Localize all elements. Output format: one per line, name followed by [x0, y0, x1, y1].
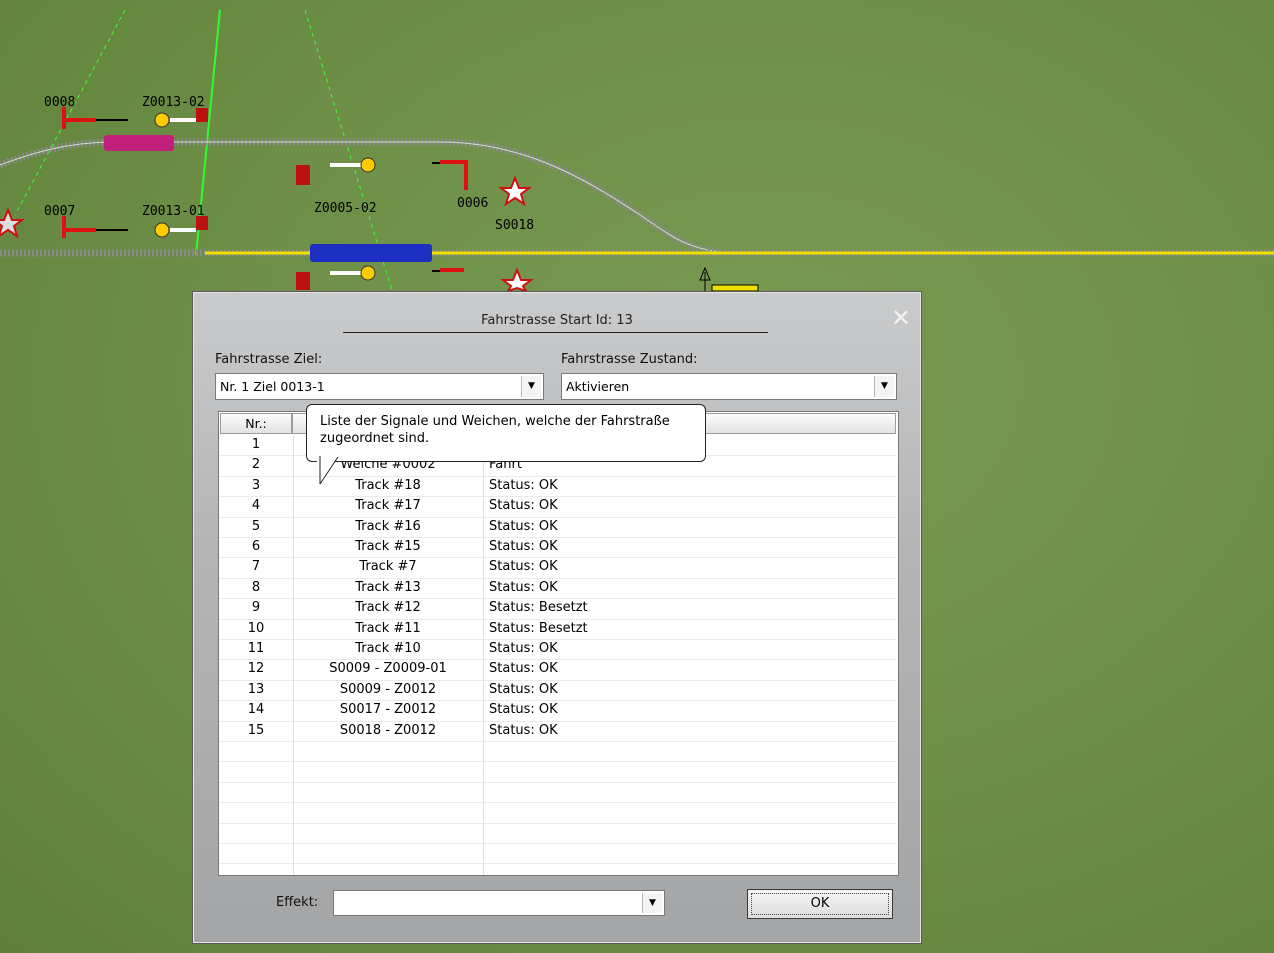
cell-nr: 6: [251, 539, 261, 554]
state-select-value: Aktivieren: [566, 379, 630, 394]
cell-status: Status: OK: [489, 681, 558, 697]
tooltip-text: Liste der Signale und Weichen, welche de…: [320, 414, 670, 446]
upper-track-rail: [0, 141, 721, 253]
cell-name: S0018 - Z0012: [339, 722, 437, 738]
signal-label-0006: 0006: [457, 196, 488, 211]
cell-nr: 4: [251, 498, 261, 514]
cell-nr: 7: [251, 559, 261, 575]
cell-name: Track #16: [355, 518, 421, 534]
signal-z0005-02[interactable]: [296, 157, 376, 185]
warning-sign[interactable]: [699, 266, 759, 292]
table-row[interactable]: 9 Track #12 Status: Besetzt: [219, 598, 896, 620]
table-row-empty: [219, 782, 896, 804]
cell-status: Status: OK: [489, 559, 558, 575]
effect-select[interactable]: ▼: [333, 890, 665, 916]
target-label: Fahrstrasse Ziel:: [215, 352, 323, 367]
cell-status: Status: OK: [489, 702, 558, 718]
cell-nr: 15: [247, 722, 265, 738]
signal-z0013-01[interactable]: [154, 216, 208, 238]
cell-name: Track #10: [355, 641, 421, 656]
cell-name: Track #17: [355, 498, 421, 514]
effect-label: Effekt:: [276, 895, 319, 910]
table-row-empty: [219, 761, 896, 783]
chevron-down-icon[interactable]: ▼: [874, 376, 894, 397]
signal-lower-row[interactable]: [296, 265, 534, 293]
signal-label-0007: 0007: [44, 204, 75, 219]
cell-nr: 9: [251, 600, 261, 616]
cell-nr: 3: [251, 477, 261, 493]
cell-nr: 2: [251, 457, 261, 473]
cell-status: Status: OK: [489, 498, 558, 514]
route-dialog: Fahrstrasse Start Id: 13 ✕ Fahrstrasse Z…: [192, 291, 922, 944]
cell-status: Status: OK: [489, 539, 558, 554]
table-row[interactable]: 7 Track #7 Status: OK: [219, 557, 896, 579]
table-row[interactable]: 5 Track #16 Status: OK: [219, 517, 896, 538]
state-select[interactable]: Aktivieren ▼: [561, 373, 897, 400]
chevron-down-icon[interactable]: ▼: [521, 376, 541, 397]
signal-star-left[interactable]: [0, 207, 25, 239]
title-underline: [343, 332, 768, 333]
signal-label-0008: 0008: [44, 95, 75, 110]
ok-button[interactable]: OK: [747, 889, 893, 919]
cell-status: Status: OK: [489, 661, 558, 677]
table-row-empty: [219, 802, 896, 824]
signal-s0018[interactable]: [498, 175, 532, 207]
train-magenta[interactable]: [104, 135, 174, 151]
dialog-title: Fahrstrasse Start Id: 13: [481, 313, 633, 328]
table-row[interactable]: 11 Track #10 Status: OK: [219, 639, 896, 661]
guide-line-dashed: [14, 9, 126, 216]
table-row-empty: [219, 741, 896, 763]
table-row[interactable]: 15 S0018 - Z0012 Status: OK: [219, 721, 896, 742]
target-select[interactable]: Nr. 1 Ziel 0013-1 ▼: [215, 373, 544, 400]
tooltip-pointer: [316, 456, 339, 485]
table-row[interactable]: 4 Track #17 Status: OK: [219, 496, 896, 518]
signal-label-z0013-01: Z0013-01: [142, 204, 205, 219]
cell-status: Status: OK: [489, 579, 558, 595]
cell-name: Track #13: [355, 579, 421, 595]
cell-nr: 14: [247, 702, 265, 718]
signal-z0013-02[interactable]: [154, 108, 208, 128]
table-row[interactable]: 6 Track #15 Status: OK: [219, 537, 896, 559]
cell-name: Track #11: [355, 620, 421, 636]
cell-status: Status: Besetzt: [489, 620, 588, 636]
table-row[interactable]: 13 S0009 - Z0012 Status: OK: [219, 680, 896, 702]
cell-name: Track #15: [355, 539, 421, 554]
signal-label-z0013-02: Z0013-02: [142, 95, 205, 110]
cell-nr: 10: [247, 620, 265, 636]
train-blue[interactable]: [310, 244, 432, 262]
state-label: Fahrstrasse Zustand:: [561, 352, 698, 367]
cell-name: S0009 - Z0009-01: [329, 661, 447, 677]
cell-status: Status: OK: [489, 722, 558, 738]
cell-nr: 11: [247, 641, 265, 656]
table-row-empty: [219, 823, 896, 844]
cell-status: Status: OK: [489, 477, 558, 493]
cell-nr: 8: [251, 579, 261, 595]
cell-name: S0017 - Z0012: [339, 702, 437, 718]
signal-0006[interactable]: [432, 160, 468, 190]
cell-nr: 5: [251, 518, 261, 534]
cell-nr: 12: [247, 661, 265, 677]
cell-nr: 1: [251, 437, 261, 452]
cell-status: Status: OK: [489, 518, 558, 534]
cell-name: Track #7: [359, 559, 417, 575]
cell-status: Status: OK: [489, 641, 558, 656]
table-row[interactable]: 12 S0009 - Z0009-01 Status: OK: [219, 659, 896, 681]
cell-name: S0009 - Z0012: [339, 681, 437, 697]
signal-label-s0018: S0018: [495, 218, 534, 233]
cell-nr: 13: [247, 681, 265, 697]
cell-status: Status: Besetzt: [489, 600, 588, 616]
signal-label-z0005-02: Z0005-02: [314, 201, 377, 216]
table-row[interactable]: 14 S0017 - Z0012 Status: OK: [219, 700, 896, 722]
chevron-down-icon[interactable]: ▼: [642, 893, 662, 913]
table-row-empty: [219, 843, 896, 865]
column-header-nr[interactable]: Nr.:: [220, 413, 292, 434]
signal-0007[interactable]: [62, 216, 128, 238]
close-icon[interactable]: ✕: [891, 306, 911, 330]
target-select-value: Nr. 1 Ziel 0013-1: [220, 379, 325, 394]
cell-name: Track #12: [355, 600, 421, 616]
table-row[interactable]: 8 Track #13 Status: OK: [219, 578, 896, 600]
table-row[interactable]: 10 Track #11 Status: Besetzt: [219, 619, 896, 640]
tooltip: Liste der Signale und Weichen, welche de…: [306, 404, 706, 462]
signal-0008[interactable]: [62, 107, 128, 129]
